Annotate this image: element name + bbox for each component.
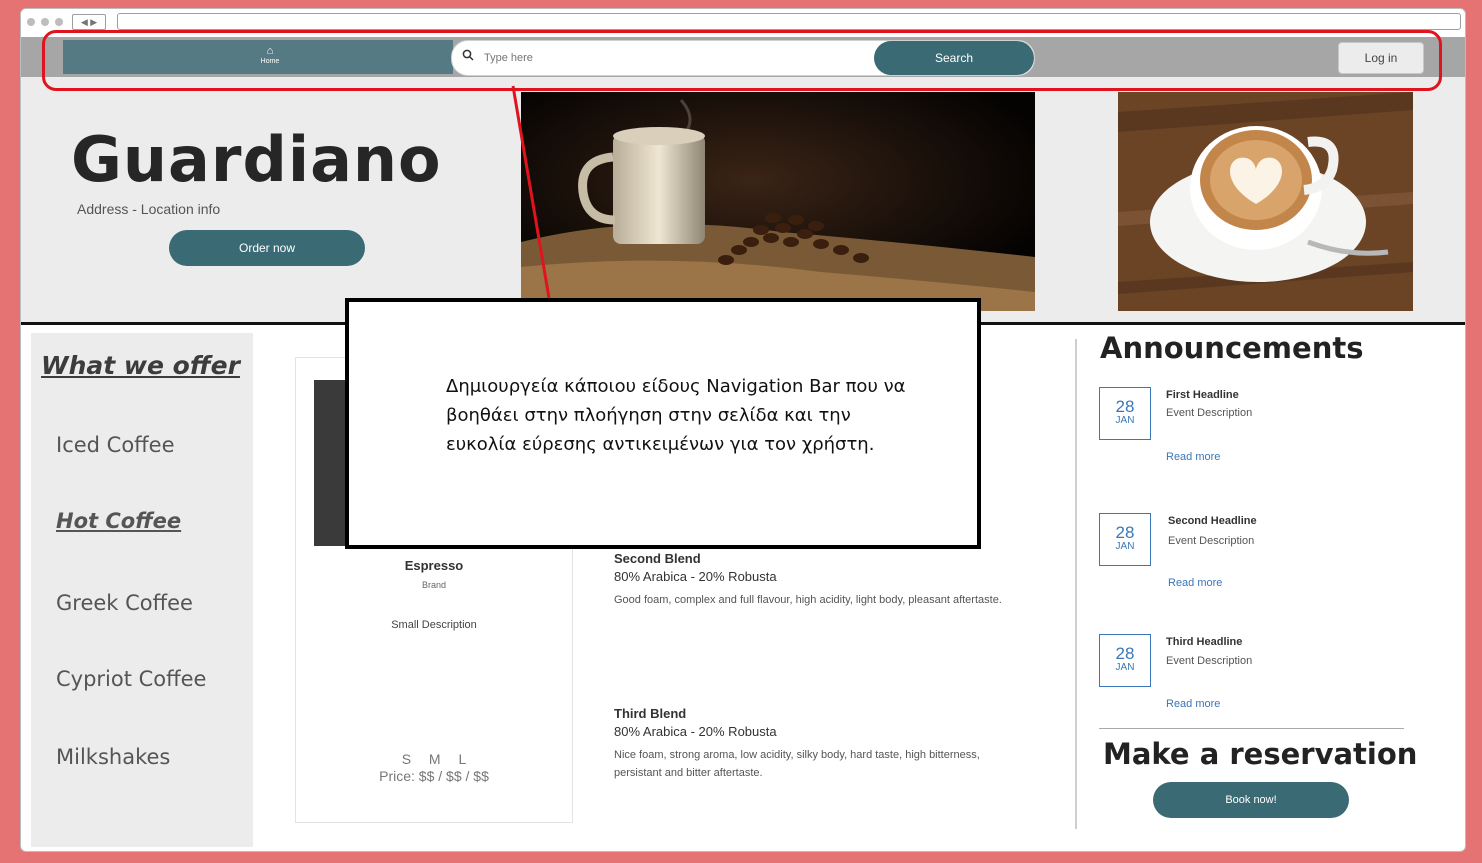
annotation-note: Δημιουργεία κάποιου είδους Navigation Ba… — [345, 298, 981, 549]
annotation-text: Δημιουργεία κάποιου είδους Navigation Ba… — [446, 376, 906, 455]
